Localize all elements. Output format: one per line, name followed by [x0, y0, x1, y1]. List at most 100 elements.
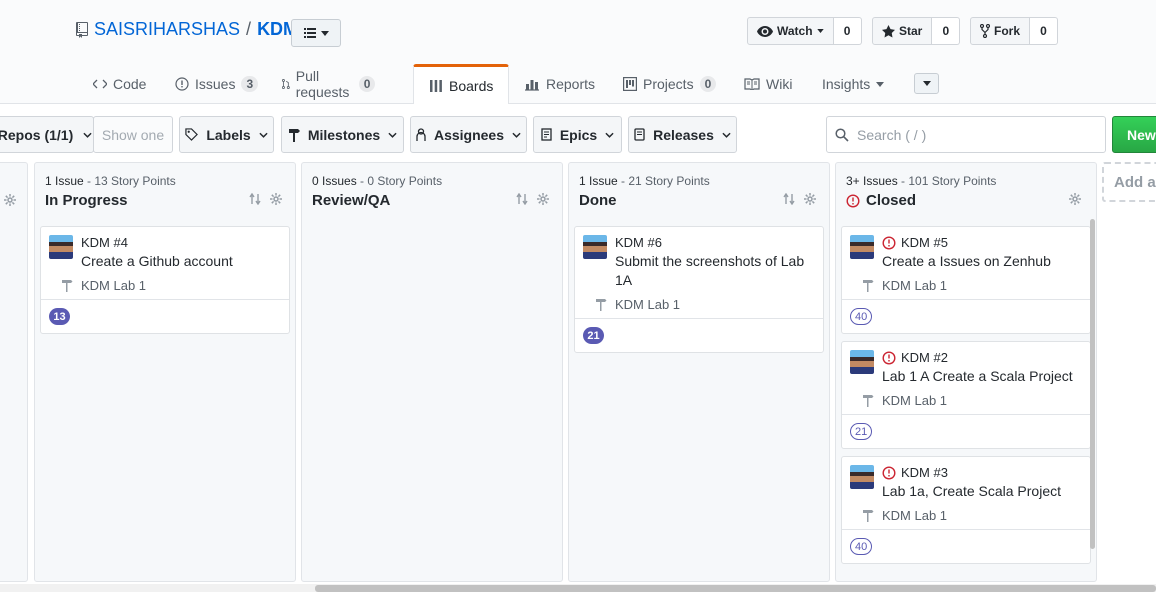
milestone-icon — [62, 280, 73, 292]
epics-filter-button[interactable]: Epics — [533, 116, 622, 153]
pipeline-story-points: - 101 Story Points — [897, 174, 997, 188]
pipeline-closed: 3+ Issues - 101 Story Points Closed KDM … — [835, 162, 1097, 582]
chevron-down-icon — [83, 132, 92, 138]
fork-button[interactable]: Fork — [970, 17, 1031, 45]
project-icon — [623, 77, 637, 91]
gear-icon[interactable] — [537, 193, 549, 205]
issue-ref-row[interactable]: KDM #5 — [882, 235, 1082, 250]
tab-pull-requests[interactable]: Pull requests 0 — [282, 64, 376, 104]
chevron-down-icon — [512, 132, 521, 138]
sort-icon[interactable] — [783, 193, 795, 205]
milestone-label: KDM Lab 1 — [615, 296, 681, 312]
board: 1 Issue - 13 Story Points In Progress KD… — [0, 162, 1156, 592]
gear-icon[interactable] — [4, 194, 16, 206]
pipeline-scrollbar[interactable] — [1090, 219, 1095, 549]
book-icon — [744, 78, 760, 90]
pipeline-tools — [249, 193, 282, 205]
issue-title[interactable]: Create a Github account — [81, 252, 281, 271]
card-footer: 21 — [842, 414, 1090, 448]
issue-card[interactable]: KDM #2 Lab 1 A Create a Scala Project KD… — [841, 341, 1091, 449]
issue-card[interactable]: KDM #3 Lab 1a, Create Scala Project KDM … — [841, 456, 1091, 564]
eye-icon — [757, 25, 773, 37]
chevron-down-icon — [320, 30, 329, 36]
repo-owner-link[interactable]: SAISRIHARSHAS — [94, 19, 240, 40]
code-icon — [93, 79, 107, 89]
tab-code-label: Code — [113, 76, 147, 92]
gear-icon[interactable] — [1069, 193, 1081, 205]
more-tabs-button[interactable] — [914, 73, 939, 94]
closed-issue-icon — [882, 465, 896, 480]
gear-icon[interactable] — [804, 193, 816, 205]
star-count[interactable]: 0 — [932, 17, 961, 45]
labels-filter-label: Labels — [206, 126, 251, 143]
releases-filter-button[interactable]: Releases — [628, 116, 737, 153]
tab-wiki[interactable]: Wiki — [744, 64, 792, 104]
tab-wiki-label: Wiki — [766, 76, 793, 92]
tab-issues[interactable]: Issues 3 — [175, 64, 259, 104]
fork-label: Fork — [994, 24, 1021, 38]
tab-boards[interactable]: Boards — [413, 64, 510, 105]
issue-milestone: KDM Lab 1 — [862, 390, 1082, 410]
issue-milestone: KDM Lab 1 — [61, 275, 281, 295]
graph-icon — [525, 79, 539, 91]
milestone-icon — [288, 128, 300, 142]
tab-reports[interactable]: Reports — [524, 64, 595, 104]
issue-title[interactable]: Submit the screenshots of Lab 1A — [615, 252, 815, 290]
tab-insights[interactable]: Insights — [822, 64, 885, 104]
fork-count[interactable]: 0 — [1030, 17, 1059, 45]
add-pipeline-button[interactable]: Add a — [1102, 162, 1156, 202]
issue-title[interactable]: Lab 1 A Create a Scala Project — [882, 367, 1082, 386]
issue-card[interactable]: KDM #6 Submit the screenshots of Lab 1A … — [574, 226, 824, 353]
card-footer: 40 — [842, 299, 1090, 333]
milestone-label: KDM Lab 1 — [882, 392, 948, 408]
milestone-icon — [596, 299, 607, 311]
show-one-button[interactable]: Show one — [93, 116, 173, 153]
chevron-down-icon — [816, 29, 824, 33]
projects-counter: 0 — [699, 76, 717, 92]
sort-icon[interactable] — [249, 193, 261, 205]
issue-ref[interactable]: KDM #3 — [901, 465, 948, 480]
watch-count[interactable]: 0 — [833, 17, 862, 45]
repos-filter-button[interactable]: Repos (1/1) — [0, 116, 94, 153]
new-button[interactable]: New — [1112, 116, 1156, 153]
pipeline-title: In Progress — [45, 192, 128, 209]
issue-ref[interactable]: KDM #5 — [901, 235, 948, 250]
search-input[interactable] — [857, 126, 1097, 143]
estimate-badge: 21 — [850, 423, 873, 440]
assignees-filter-button[interactable]: Assignees — [410, 116, 527, 153]
star-button[interactable]: Star — [872, 17, 933, 45]
issue-card[interactable]: KDM #4 Create a Github account KDM Lab 1… — [40, 226, 290, 334]
tab-issues-label: Issues — [195, 76, 236, 92]
show-one-label: Show one — [101, 126, 165, 143]
repo-icon — [76, 21, 88, 38]
issue-ref-row[interactable]: KDM #3 — [882, 465, 1082, 480]
issue-ref[interactable]: KDM #2 — [901, 350, 948, 365]
issue-ref[interactable]: KDM #4 — [81, 235, 281, 250]
horizontal-scrollbar-thumb[interactable] — [315, 585, 1156, 592]
estimate-badge: 40 — [850, 538, 873, 555]
gear-icon[interactable] — [270, 193, 282, 205]
issue-title[interactable]: Create a Issues on Zenhub — [882, 252, 1082, 271]
issue-ref[interactable]: KDM #6 — [615, 235, 815, 250]
tab-code[interactable]: Code — [93, 64, 146, 104]
milestones-filter-button[interactable]: Milestones — [281, 116, 404, 153]
tab-boards-label: Boards — [449, 78, 494, 94]
board-list-button[interactable] — [291, 19, 341, 47]
pipeline-tools — [516, 193, 549, 205]
issue-ref-row[interactable]: KDM #2 — [882, 350, 1082, 365]
closed-issue-icon — [846, 193, 860, 208]
card-footer: 21 — [575, 318, 823, 352]
pipeline-issue-count: 1 Issue — [45, 174, 84, 188]
tab-projects[interactable]: Projects 0 — [623, 64, 717, 104]
pipeline-story-points: - 0 Story Points — [356, 174, 443, 188]
labels-filter-button[interactable]: Labels — [179, 116, 274, 153]
repo-header: SAISRIHARSHAS / KDM Watch 0 Star 0 Fork … — [0, 0, 1156, 105]
issue-milestone: KDM Lab 1 — [595, 294, 815, 314]
issue-title[interactable]: Lab 1a, Create Scala Project — [882, 482, 1082, 501]
pipeline-in-progress: 1 Issue - 13 Story Points In Progress KD… — [34, 162, 296, 582]
sort-icon[interactable] — [516, 193, 528, 205]
issue-card[interactable]: KDM #5 Create a Issues on Zenhub KDM Lab… — [841, 226, 1091, 334]
milestone-label: KDM Lab 1 — [81, 277, 147, 293]
watch-button[interactable]: Watch — [747, 17, 834, 45]
milestone-label: KDM Lab 1 — [882, 277, 948, 293]
